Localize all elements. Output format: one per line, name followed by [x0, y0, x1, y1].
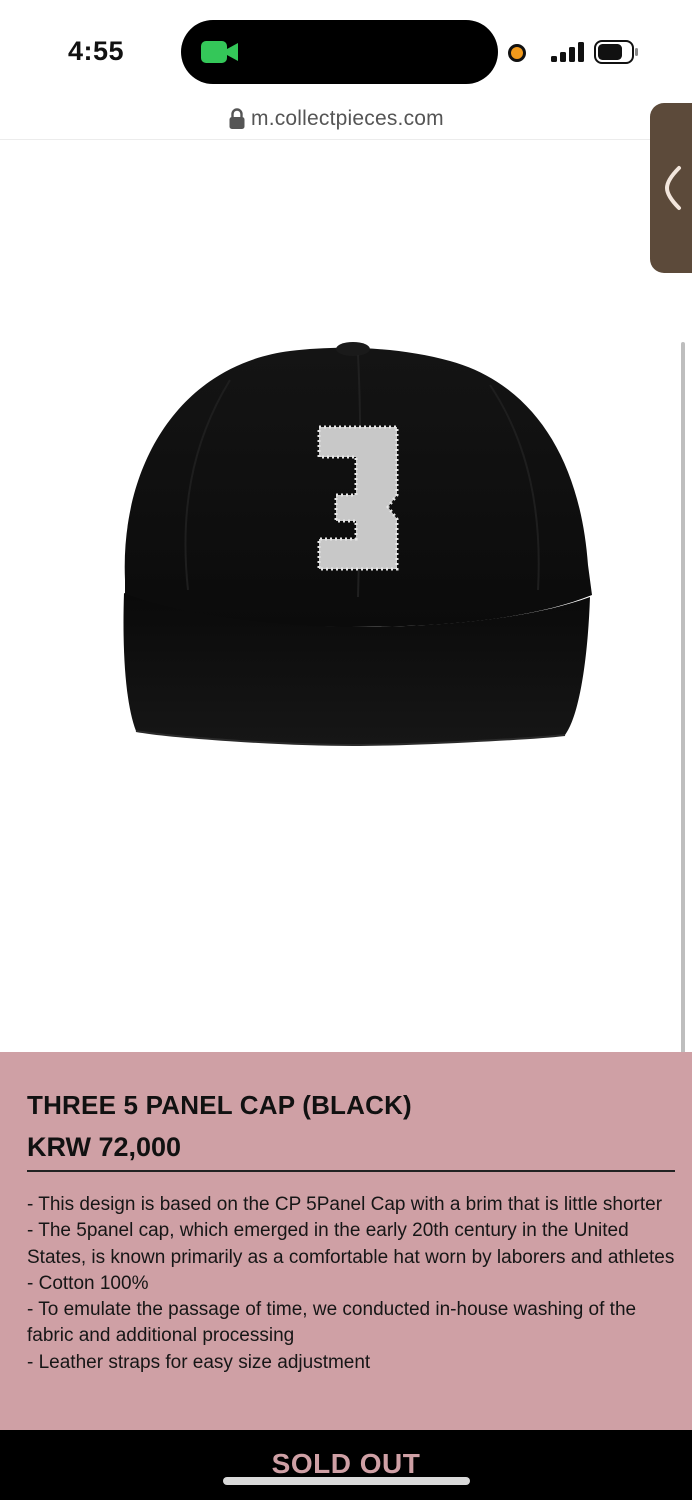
product-title: THREE 5 PANEL CAP (BLACK): [27, 1090, 412, 1120]
url-text[interactable]: m.collectpieces.com: [251, 107, 444, 131]
status-bar: 4:55: [0, 0, 692, 100]
description-line: - To emulate the passage of time, we con…: [27, 1299, 637, 1347]
side-drawer-tab[interactable]: [650, 103, 692, 273]
product-info-panel: THREE 5 PANEL CAP (BLACK) KRW 72,000 - T…: [0, 1052, 692, 1432]
signal-icon: [551, 42, 584, 62]
description-line: - The 5panel cap, which emerged in the e…: [27, 1220, 675, 1268]
product-description: - This design is based on the CP 5Panel …: [27, 1192, 677, 1376]
lock-icon: [229, 108, 245, 129]
divider: [27, 1170, 675, 1172]
description-line: - Leather straps for easy size adjustmen…: [27, 1351, 371, 1373]
product-image-gallery[interactable]: [0, 140, 692, 1174]
sold-out-button[interactable]: SOLD OUT: [0, 1448, 692, 1480]
product-image[interactable]: [110, 335, 595, 760]
scrollbar[interactable]: [681, 342, 685, 1118]
dynamic-island[interactable]: [181, 20, 498, 84]
description-line: - Cotton 100%: [27, 1272, 149, 1294]
recording-dot-icon: [508, 44, 526, 62]
bottom-action-bar: SOLD OUT: [0, 1430, 692, 1500]
video-camera-icon: [201, 41, 238, 63]
home-indicator[interactable]: [223, 1477, 470, 1485]
product-price: KRW 72,000: [27, 1132, 182, 1162]
battery-icon: [594, 40, 638, 64]
description-line: - This design is based on the CP 5Panel …: [27, 1194, 663, 1215]
address-bar[interactable]: m.collectpieces.com: [0, 100, 692, 140]
chevron-left-icon: [664, 166, 681, 210]
status-time: 4:55: [68, 36, 125, 66]
